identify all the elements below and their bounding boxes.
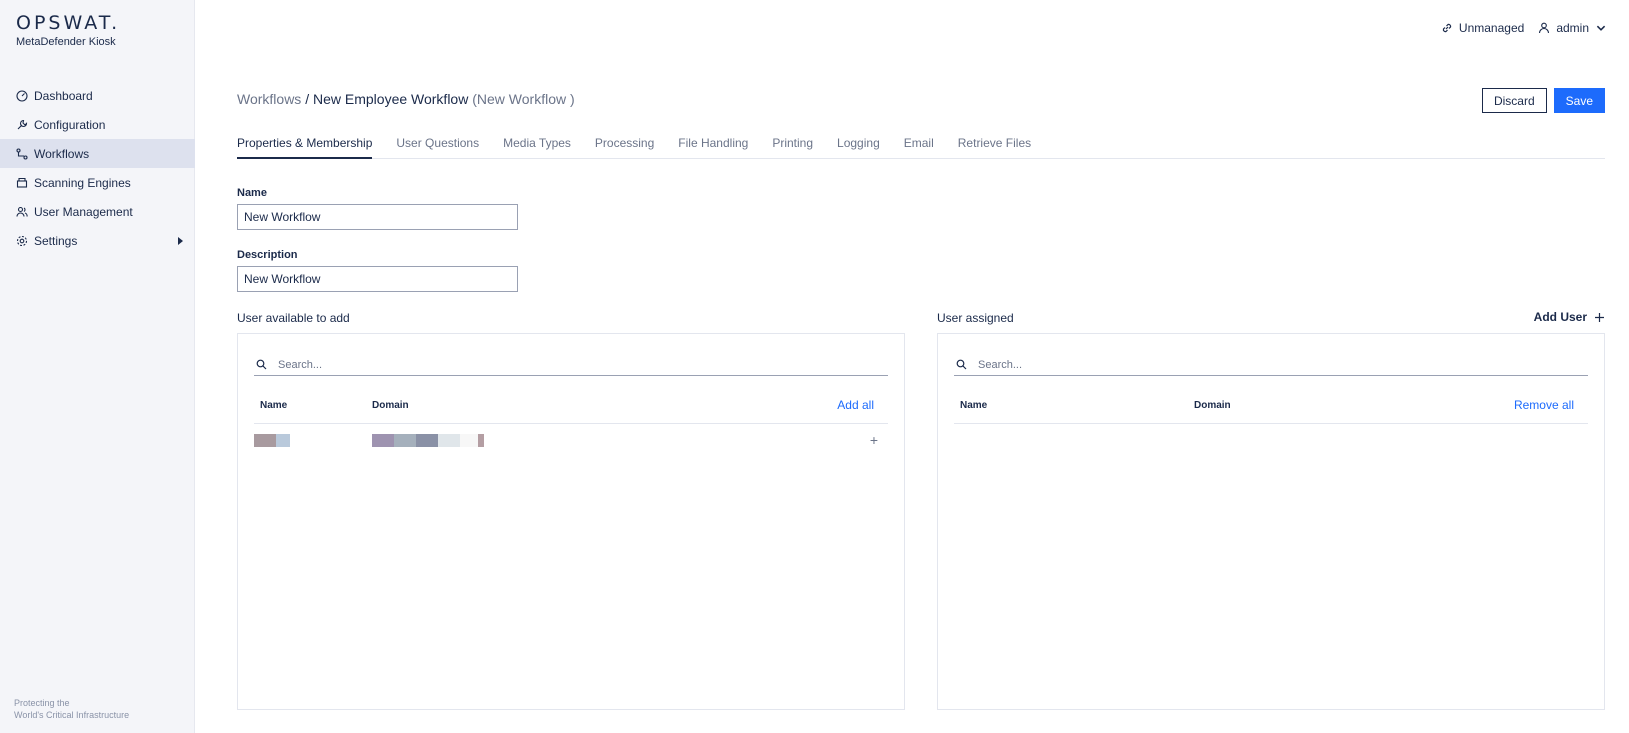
management-status-label: Unmanaged (1458, 21, 1525, 35)
tab-retrieve-files[interactable]: Retrieve Files (958, 136, 1031, 159)
tab-email[interactable]: Email (904, 136, 934, 159)
footer-line-2: World's Critical Infrastructure (14, 710, 130, 720)
footer-line-1: Protecting the (14, 698, 70, 708)
tab-properties-membership[interactable]: Properties & Membership (237, 136, 373, 159)
sidebar-item-user-management[interactable]: User Management (0, 197, 195, 226)
search-icon (956, 359, 967, 370)
engine-icon (16, 177, 28, 189)
available-search (254, 354, 888, 376)
sidebar-item-label: Dashboard (34, 88, 93, 103)
user-menu[interactable]: admin (1538, 21, 1613, 35)
topbar: Unmanaged admin (1427, 21, 1613, 35)
sidebar-item-workflows[interactable]: Workflows (0, 139, 195, 168)
remove-all-link[interactable]: Remove all (1514, 398, 1574, 412)
save-button[interactable]: Save (1553, 88, 1605, 113)
tab-user-questions[interactable]: User Questions (396, 136, 479, 159)
assigned-users-panel: Name Domain Remove all (937, 333, 1605, 710)
assigned-search-input[interactable] (978, 358, 1549, 371)
opswat-logo: OPSWAT. (16, 12, 121, 34)
tab-file-handling[interactable]: File Handling (678, 136, 748, 159)
user-icon (1539, 22, 1550, 34)
plus-icon (1595, 312, 1604, 322)
column-domain: Domain (372, 400, 409, 411)
available-users-panel: Name Domain Add all + (237, 333, 905, 710)
product-name: MetaDefender Kiosk (16, 36, 116, 48)
chevron-down-icon (1596, 25, 1606, 31)
breadcrumb-root[interactable]: Workflows (237, 91, 301, 107)
sidebar-item-label: Configuration (34, 117, 106, 132)
workflow-icon (16, 147, 28, 160)
page-title-suffix: (New Workflow ) (472, 91, 575, 107)
sidebar-item-label: Scanning Engines (34, 175, 131, 190)
gear-icon (16, 235, 28, 247)
breadcrumb: Workflows / New Employee Workflow (New W… (237, 91, 575, 107)
column-name: Name (960, 400, 988, 411)
tab-media-types[interactable]: Media Types (503, 136, 571, 159)
column-domain: Domain (1194, 400, 1231, 411)
available-users-title: User available to add (237, 311, 350, 325)
gauge-icon (16, 89, 28, 102)
sidebar-item-dashboard[interactable]: Dashboard (0, 81, 195, 110)
description-label: Description (237, 249, 298, 261)
workflow-tabs: Properties & Membership User Questions M… (237, 136, 1605, 159)
assigned-users-title: User assigned (937, 311, 1014, 325)
wrench-icon (16, 119, 28, 131)
sidebar-footer: Protecting the World's Critical Infrastr… (14, 697, 129, 721)
add-all-link[interactable]: Add all (837, 398, 874, 412)
add-user-label: Add User (1533, 310, 1587, 324)
sidebar-item-configuration[interactable]: Configuration (0, 110, 195, 139)
breadcrumb-separator: / (305, 91, 310, 107)
available-search-input[interactable] (278, 358, 849, 371)
header-actions: Discard Save (1481, 88, 1605, 113)
search-icon (256, 359, 267, 370)
tab-processing[interactable]: Processing (595, 136, 654, 159)
available-table-header: Name Domain Add all (254, 398, 888, 424)
add-user-button[interactable]: Add User (1534, 310, 1605, 324)
sidebar-item-label: Workflows (34, 146, 90, 161)
assigned-search (954, 354, 1588, 376)
caret-right-icon (178, 237, 183, 245)
brand: OPSWAT. MetaDefender Kiosk (16, 12, 120, 48)
column-name: Name (260, 400, 288, 411)
sidebar: OPSWAT. MetaDefender Kiosk Dashboard Con… (0, 0, 195, 733)
sidebar-item-settings[interactable]: Settings (0, 226, 195, 255)
tab-logging[interactable]: Logging (837, 136, 880, 159)
sidebar-item-scanning-engines[interactable]: Scanning Engines (0, 168, 195, 197)
link-icon (1442, 23, 1452, 33)
page-title: New Employee Workflow (312, 91, 469, 107)
discard-button[interactable]: Discard (1481, 88, 1547, 113)
management-status[interactable]: Unmanaged (1441, 21, 1524, 35)
add-row-button[interactable]: + (870, 432, 878, 448)
users-icon (16, 206, 28, 218)
sidebar-item-label: Settings (34, 233, 78, 248)
sidebar-nav: Dashboard Configuration Workflows Scanni… (0, 81, 195, 255)
description-field[interactable] (237, 266, 518, 292)
user-name: admin (1556, 21, 1589, 35)
table-row: + (254, 432, 888, 454)
name-field[interactable] (237, 204, 518, 230)
sidebar-item-label: User Management (34, 204, 133, 219)
tab-printing[interactable]: Printing (772, 136, 813, 159)
redacted-name (254, 434, 290, 447)
name-label: Name (237, 187, 267, 199)
redacted-domain (372, 434, 484, 447)
assigned-table-header: Name Domain Remove all (954, 398, 1588, 424)
